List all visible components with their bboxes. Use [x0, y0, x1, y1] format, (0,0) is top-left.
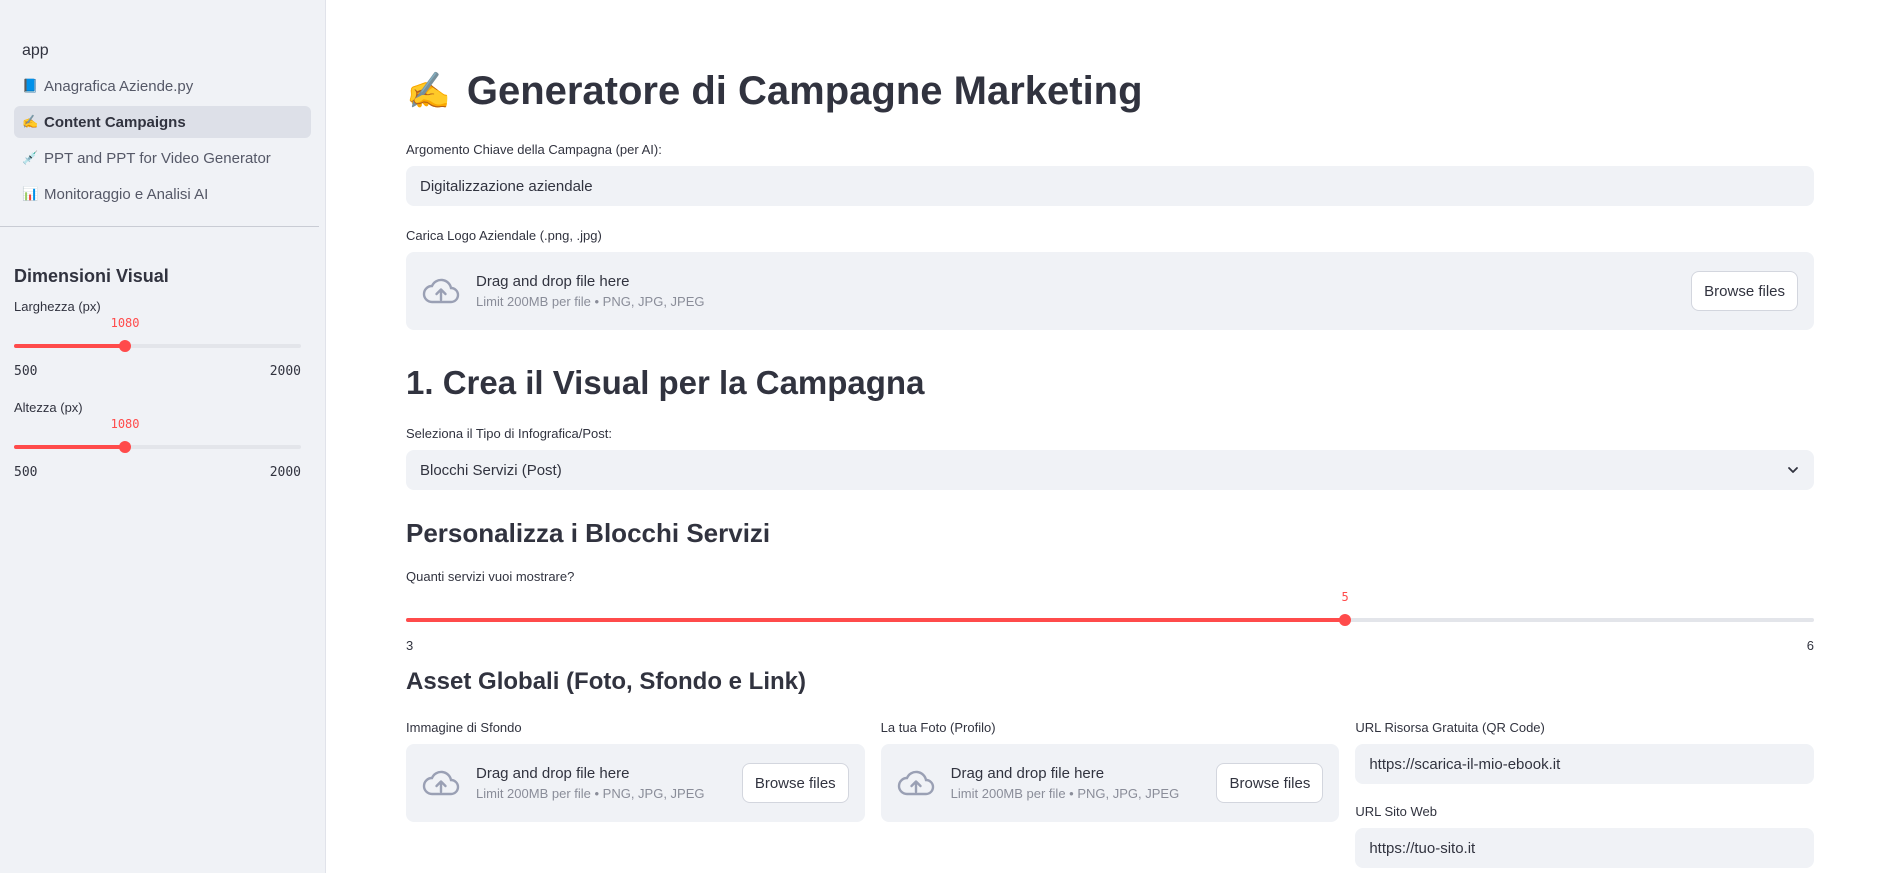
sidebar-item-label: Content Campaigns	[44, 113, 186, 131]
page-title: ✍️ Generatore di Campagne Marketing	[406, 62, 1814, 120]
browse-files-button[interactable]: Browse files	[1216, 763, 1324, 803]
site-url-input[interactable]: https://tuo-sito.it	[1355, 828, 1815, 868]
uploader-subtitle: Limit 200MB per file • PNG, JPG, JPEG	[476, 786, 705, 801]
free-resource-url-input[interactable]: https://scarica-il-mio-ebook.it	[1355, 744, 1815, 784]
height-slider-label: Altezza (px)	[14, 400, 83, 415]
slider-fill	[14, 445, 126, 449]
slider-max: 6	[1806, 638, 1814, 653]
width-slider[interactable]: 1080 500 2000	[14, 314, 301, 379]
slider-max: 2000	[269, 465, 301, 480]
type-select-label: Seleziona il Tipo di Infografica/Post:	[406, 426, 612, 441]
cloud-upload-icon	[897, 770, 934, 796]
uploader-text: Drag and drop file here Limit 200MB per …	[476, 765, 705, 801]
visual-dimensions-section: Dimensioni Visual Larghezza (px) 1080 50…	[14, 266, 301, 480]
profile-photo-column: La tua Foto (Profilo) Drag and drop file…	[880, 720, 1340, 868]
sidebar: app 📘 Anagrafica Aziende.py ✍️ Content C…	[0, 0, 326, 873]
sidebar-app-link[interactable]: app	[14, 36, 311, 66]
customize-title: Personalizza i Blocchi Servizi	[406, 518, 771, 548]
sidebar-item-label: PPT and PPT for Video Generator	[44, 149, 271, 167]
slider-value: 5	[1341, 590, 1349, 604]
slider-thumb[interactable]	[119, 441, 132, 453]
services-slider[interactable]: 5 3 6	[406, 588, 1814, 653]
browse-files-button[interactable]: Browse files	[1691, 271, 1798, 311]
sidebar-nav: app 📘 Anagrafica Aziende.py ✍️ Content C…	[0, 0, 325, 210]
sidebar-divider	[0, 226, 319, 227]
topic-input-value: Digitalizzazione aziendale	[420, 177, 593, 195]
slider-value: 1080	[110, 417, 140, 431]
slider-min: 3	[406, 638, 414, 653]
site-url-label: URL Sito Web	[1355, 804, 1437, 819]
background-image-label: Immagine di Sfondo	[406, 720, 522, 735]
sidebar-item-ppt-generator[interactable]: 💉 PPT and PPT for Video Generator	[14, 142, 311, 174]
sidebar-item-anagrafica[interactable]: 📘 Anagrafica Aziende.py	[14, 70, 311, 102]
links-column: URL Risorsa Gratuita (QR Code) https://s…	[1355, 720, 1815, 868]
writing-hand-icon: ✍️	[22, 114, 39, 129]
writing-hand-icon: ✍️	[406, 70, 451, 111]
profile-photo-uploader[interactable]: Drag and drop file here Limit 200MB per …	[880, 744, 1340, 822]
background-file-uploader[interactable]: Drag and drop file here Limit 200MB per …	[406, 744, 865, 822]
page-title-text: Generatore di Campagne Marketing	[466, 68, 1143, 113]
slider-fill	[406, 618, 1346, 622]
slider-min: 500	[14, 364, 38, 379]
free-resource-url-label: URL Risorsa Gratuita (QR Code)	[1355, 720, 1545, 735]
slider-fill	[14, 344, 126, 348]
slider-thumb[interactable]	[119, 340, 132, 352]
slider-max: 2000	[269, 364, 301, 379]
width-slider-label: Larghezza (px)	[14, 299, 101, 314]
type-select-value: Blocchi Servizi (Post)	[420, 461, 562, 479]
profile-photo-label: La tua Foto (Profilo)	[880, 720, 996, 735]
site-url-value: https://tuo-sito.it	[1369, 839, 1476, 857]
height-slider[interactable]: 1080 500 2000	[14, 415, 301, 480]
uploader-title: Drag and drop file here	[476, 765, 630, 782]
cloud-upload-icon	[422, 278, 460, 304]
app-root: app 📘 Anagrafica Aziende.py ✍️ Content C…	[0, 0, 1885, 873]
content-block: ✍️ Generatore di Campagne Marketing Argo…	[406, 62, 1815, 868]
assets-grid: Immagine di Sfondo Drag and drop file he…	[406, 720, 1815, 868]
syringe-icon: 💉	[22, 150, 39, 165]
uploader-title: Drag and drop file here	[950, 765, 1105, 782]
logo-file-uploader[interactable]: Drag and drop file here Limit 200MB per …	[406, 252, 1814, 330]
sidebar-item-label: Monitoraggio e Analisi AI	[44, 185, 209, 203]
uploader-subtitle: Limit 200MB per file • PNG, JPG, JPEG	[950, 786, 1180, 801]
chevron-down-icon	[1788, 467, 1798, 473]
sidebar-item-content-campaigns[interactable]: ✍️ Content Campaigns	[14, 106, 311, 138]
main-content: ✍️ Generatore di Campagne Marketing Argo…	[326, 0, 1885, 873]
type-select[interactable]: Blocchi Servizi (Post)	[406, 450, 1814, 490]
slider-min: 500	[14, 465, 38, 480]
sidebar-item-label: Anagrafica Aziende.py	[44, 77, 194, 95]
assets-title: Asset Globali (Foto, Sfondo e Link)	[406, 668, 806, 695]
topic-input[interactable]: Digitalizzazione aziendale	[406, 166, 1814, 206]
background-image-column: Immagine di Sfondo Drag and drop file he…	[406, 720, 865, 868]
services-slider-label: Quanti servizi vuoi mostrare?	[406, 569, 575, 584]
book-icon: 📘	[22, 78, 39, 93]
browse-files-button[interactable]: Browse files	[741, 763, 849, 803]
slider-thumb[interactable]	[1339, 614, 1352, 626]
slider-value: 1080	[110, 316, 140, 330]
section-visual-title: 1. Crea il Visual per la Campagna	[406, 364, 925, 401]
free-resource-url-value: https://scarica-il-mio-ebook.it	[1369, 755, 1561, 773]
section-title: Dimensioni Visual	[14, 266, 169, 286]
uploader-subtitle: Limit 200MB per file • PNG, JPG, JPEG	[476, 294, 705, 309]
sidebar-item-monitoraggio[interactable]: 📊 Monitoraggio e Analisi AI	[14, 178, 311, 210]
bar-chart-icon: 📊	[22, 186, 39, 201]
cloud-upload-icon	[422, 770, 460, 796]
uploader-text: Drag and drop file here Limit 200MB per …	[951, 765, 1180, 801]
logo-upload-label: Carica Logo Aziendale (.png, .jpg)	[406, 228, 602, 243]
uploader-title: Drag and drop file here	[476, 273, 630, 290]
topic-label: Argomento Chiave della Campagna (per AI)…	[406, 142, 662, 157]
uploader-text: Drag and drop file here Limit 200MB per …	[476, 273, 705, 309]
